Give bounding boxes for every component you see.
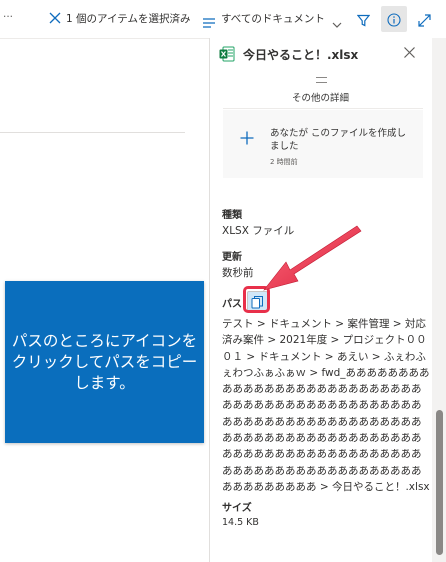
activity-text: あなたが このファイルを作成しました xyxy=(270,128,407,152)
expand-icon[interactable] xyxy=(418,12,431,31)
plus-icon xyxy=(240,131,254,149)
size-label: サイズ xyxy=(222,503,252,514)
more-actions-button[interactable]: ··· xyxy=(3,11,13,23)
close-pane-icon[interactable] xyxy=(404,44,415,62)
list-divider xyxy=(0,132,185,133)
list-icon xyxy=(203,13,215,32)
type-value: XLSX ファイル xyxy=(222,225,295,237)
size-value: 14.5 KB xyxy=(222,517,259,528)
modified-label: 更新 xyxy=(222,252,242,263)
path-label: パス xyxy=(222,299,242,310)
view-selector[interactable]: すべてのドキュメント xyxy=(221,11,325,26)
command-bar: ··· 1 個のアイテムを選択済み すべてのドキュメント xyxy=(0,0,446,39)
file-name-title: 今日やること！.xlsx xyxy=(243,48,359,62)
selection-count-label[interactable]: 1 個のアイテムを選択済み xyxy=(66,11,190,26)
excel-file-icon xyxy=(219,46,235,62)
info-button[interactable] xyxy=(381,6,407,32)
filter-icon[interactable] xyxy=(356,12,371,31)
scrollbar-thumb[interactable] xyxy=(436,410,443,555)
type-label: 種類 xyxy=(222,210,242,221)
callout-text: パスのところにアイコンをクリックしてパスをコピーします。 xyxy=(11,331,198,392)
instruction-callout: パスのところにアイコンをクリックしてパスをコピーします。 xyxy=(5,281,204,443)
path-value: テスト > ドキュメント > 案件管理 > 対応済み案件 > 2021年度 > … xyxy=(222,318,430,493)
activity-time: 2 時間前 xyxy=(270,158,298,166)
drag-handle[interactable] xyxy=(316,77,327,83)
more-details-link[interactable]: その他の詳細 xyxy=(209,90,432,104)
highlight-frame xyxy=(243,286,270,313)
close-icon[interactable] xyxy=(49,12,61,27)
info-icon xyxy=(387,12,401,31)
section-divider xyxy=(223,108,423,109)
modified-value: 数秒前 xyxy=(222,267,254,279)
chevron-down-icon[interactable] xyxy=(332,14,342,33)
